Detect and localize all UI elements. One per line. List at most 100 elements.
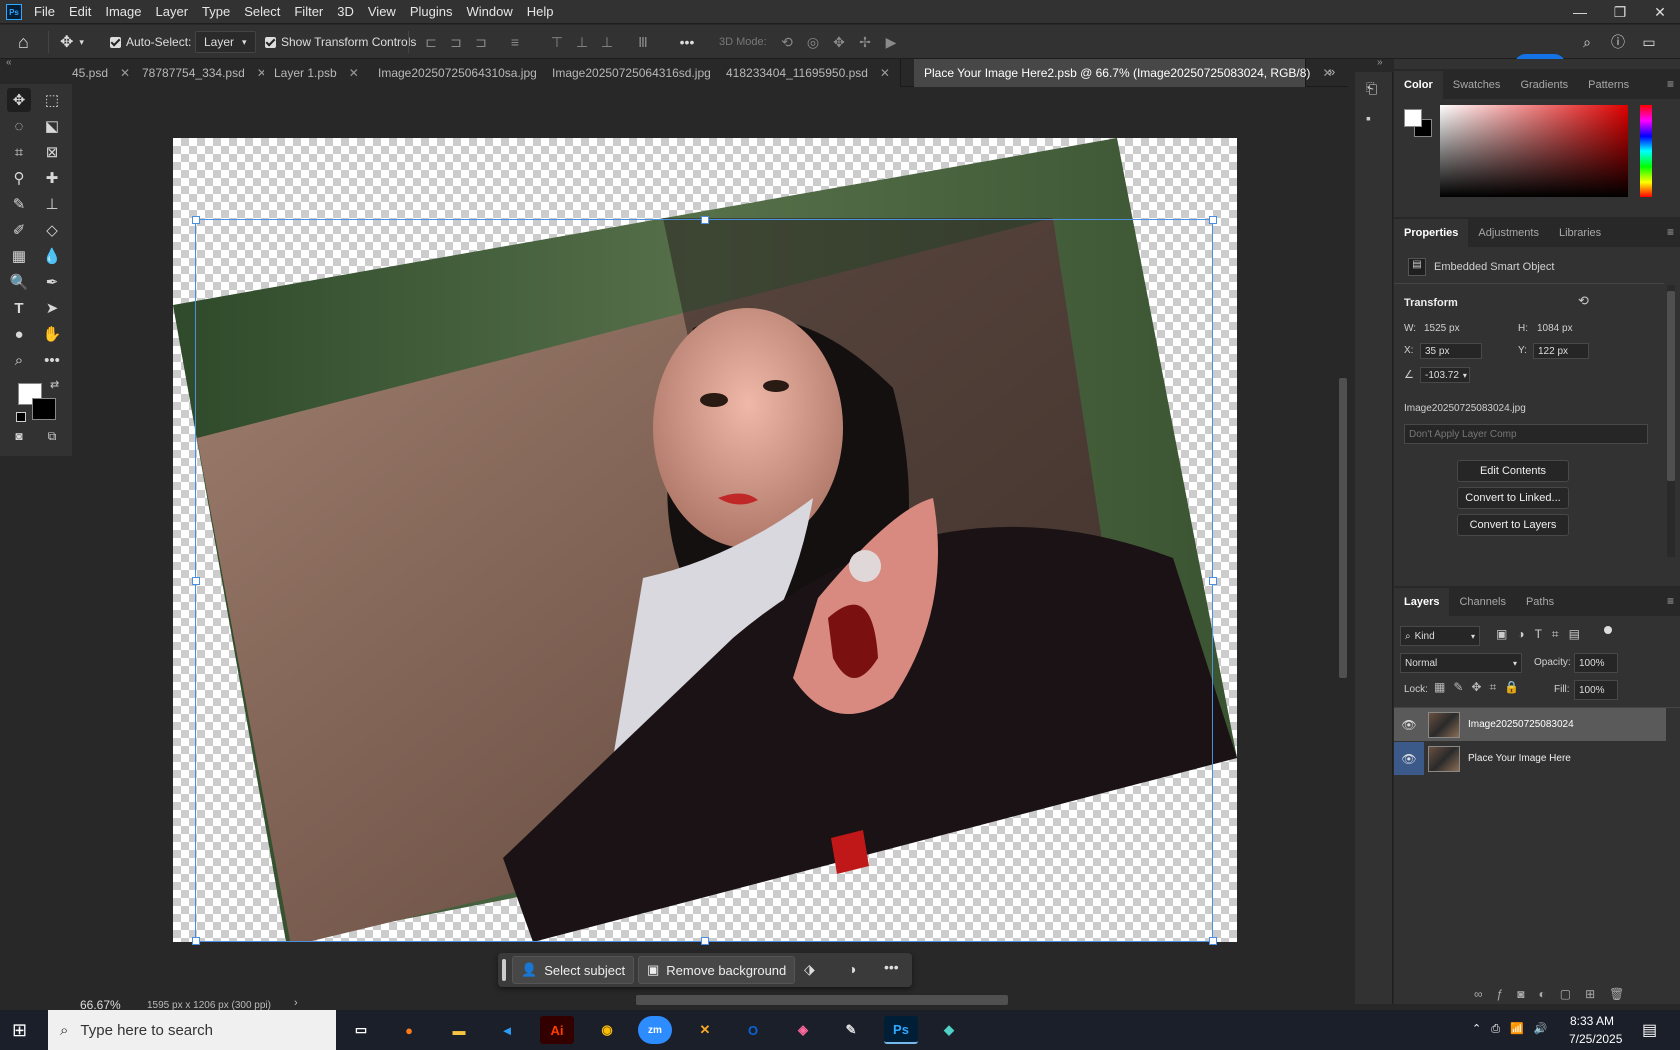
transform-icon[interactable]: ⬗ [804,961,815,978]
layer-name[interactable]: Place Your Image Here [1468,753,1571,764]
tab-swatches[interactable]: Swatches [1443,71,1511,99]
menu-layer[interactable]: Layer [149,0,196,24]
tab-45-psd[interactable]: 45.psd ✕ [72,59,142,87]
tab-image-sd[interactable]: Image20250725064316sd.jpg✕ [542,59,744,87]
menu-image[interactable]: Image [98,0,148,24]
transform-handle-nw[interactable] [192,216,200,224]
crop-tool-icon[interactable]: ⌗ [7,140,31,164]
close-icon[interactable]: ✕ [1640,0,1680,24]
taskbar-search[interactable]: ⌕ Type here to search [48,1010,336,1050]
system-tray-icons[interactable]: ⌃⎙📶🔊 [1472,1022,1557,1036]
eyedropper-icon[interactable]: ⚲ [7,166,31,190]
panel-menu-icon[interactable]: ≡ [1667,594,1674,608]
comments-panel-icon[interactable]: ▪ [1366,110,1371,126]
transform-bounding-box[interactable] [192,216,1217,945]
select-subject-button[interactable]: 👤 Select subject [512,956,635,984]
windows-start-icon[interactable]: ⊞ [12,1020,27,1041]
menu-select[interactable]: Select [237,0,287,24]
workspace-icon[interactable]: ▭ [1640,33,1658,51]
adjustment-icon[interactable]: ◑ [848,961,856,977]
close-tab-icon[interactable]: ✕ [880,66,890,80]
x-input[interactable]: 35 px [1420,343,1482,359]
layer-comp-dropdown[interactable]: Don't Apply Layer Comp [1404,424,1648,444]
convert-to-linked-button[interactable]: Convert to Linked... [1457,487,1569,509]
visibility-eye-icon[interactable]: 👁 [1394,708,1424,741]
frame-tool-icon[interactable]: ⊠ [40,140,64,164]
align-middle-icon[interactable]: ⊥ [573,33,591,51]
layer-filter-icons[interactable]: ▣◑T⌗▤ [1496,627,1590,642]
menu-window[interactable]: Window [459,0,519,24]
auto-select-target-dropdown[interactable]: Layer ▾ [195,25,256,59]
3d-orbit-icon[interactable]: ⟲ [778,33,796,51]
object-selection-icon[interactable]: ⬕ [40,114,64,138]
brush-tool-icon[interactable]: ✎ [7,192,31,216]
transform-handle-n[interactable] [701,216,709,224]
pen-app-icon[interactable]: ✎ [834,1016,868,1044]
more-tabs-icon[interactable]: » [1328,64,1335,79]
transform-handle-ne[interactable] [1209,216,1217,224]
3d-camera-icon[interactable]: ▶ [882,33,900,51]
clock-date[interactable]: 7/25/2025 [1569,1032,1622,1046]
default-colors-icon[interactable] [16,412,26,422]
firefox-icon[interactable]: ● [392,1016,426,1044]
color-field[interactable] [1440,105,1628,197]
show-transform-checkbox[interactable]: Show Transform Controls [265,25,416,59]
layer-row-placeholder[interactable]: 👁 Place Your Image Here [1394,742,1666,775]
history-panel-icon[interactable]: ⎗ [1366,80,1377,97]
align-left-icon[interactable]: ⊏ [422,33,440,51]
move-tool-icon[interactable]: ✥ ▾ [60,25,84,59]
stamp-tool-icon[interactable]: ⊥ [40,192,64,216]
outlook-icon[interactable]: O [736,1016,770,1044]
chrome-icon[interactable]: ◉ [590,1016,624,1044]
distribute-icon[interactable]: ≡ [506,33,524,51]
pen-tool-icon[interactable]: ✒ [40,270,64,294]
h-value[interactable]: 1084 px [1537,323,1573,334]
ellipse-tool-icon[interactable]: ● [7,322,31,346]
tab-image-sa[interactable]: Image20250725064310sa.jpg✕ [368,59,570,87]
marquee-tool-icon[interactable]: ⬚ [40,88,64,112]
layer-row-image[interactable]: 👁 Image20250725083024 [1394,708,1666,741]
menu-type[interactable]: Type [195,0,237,24]
hue-slider[interactable] [1640,105,1652,197]
menu-plugins[interactable]: Plugins [403,0,460,24]
vertical-scroll-thumb[interactable] [1339,378,1347,678]
tab-layers[interactable]: Layers [1394,588,1450,616]
zoom-app-icon[interactable]: zm [638,1016,672,1044]
filter-toggle-icon[interactable] [1604,626,1612,634]
illustrator-icon[interactable]: Ai [540,1016,574,1044]
path-selection-icon[interactable]: ➤ [40,296,64,320]
horizontal-scroll-thumb[interactable] [636,995,1008,1005]
tab-418233404[interactable]: 418233404_11695950.psd ✕ [716,59,901,87]
close-tab-icon[interactable]: ✕ [120,66,130,80]
file-explorer-icon[interactable]: ▬ [442,1016,476,1044]
tab-color[interactable]: Color [1394,71,1443,99]
clock-time[interactable]: 8:33 AM [1570,1014,1614,1028]
close-tab-icon[interactable]: ✕ [349,66,359,80]
creative-cloud-icon[interactable]: ◈ [786,1016,820,1044]
status-arrow-icon[interactable]: › [294,997,298,1009]
menu-3d[interactable]: 3D [330,0,361,24]
reset-transform-icon[interactable]: ⟲ [1578,293,1589,309]
panel-menu-icon[interactable]: ≡ [1667,225,1674,239]
layer-filter-dropdown[interactable]: ⌕ Kind ▾ [1400,626,1480,646]
blur-tool-icon[interactable]: 💧 [40,244,64,268]
tab-patterns[interactable]: Patterns [1578,71,1639,99]
layer-actions-bar[interactable]: ∞ƒ◙◐▢⊞🗑 [1474,987,1638,1001]
lasso-tool-icon[interactable]: ◌ [7,114,31,138]
3d-roll-icon[interactable]: ◎ [804,33,822,51]
hand-tool-icon[interactable]: ✋ [40,322,64,346]
layer-name[interactable]: Image20250725083024 [1468,719,1574,730]
more-icon[interactable]: ••• [884,959,899,975]
collapse-left-icon[interactable]: « [6,57,12,68]
opacity-input[interactable]: 100% [1574,653,1618,673]
help-icon[interactable]: ⓘ [1609,33,1627,51]
tab-adjustments[interactable]: Adjustments [1468,219,1549,247]
tab-layer1[interactable]: Layer 1.psb ✕ [264,59,370,87]
w-value[interactable]: 1525 px [1424,323,1460,334]
remove-background-button[interactable]: ▣ Remove background [638,956,796,984]
y-input[interactable]: 122 px [1533,343,1589,359]
home-icon[interactable]: ⌂ [18,25,29,59]
zoom-tool-icon[interactable]: ⌕ [7,348,31,372]
xampp-icon[interactable]: ✕ [688,1016,722,1044]
transform-handle-e[interactable] [1209,577,1217,585]
